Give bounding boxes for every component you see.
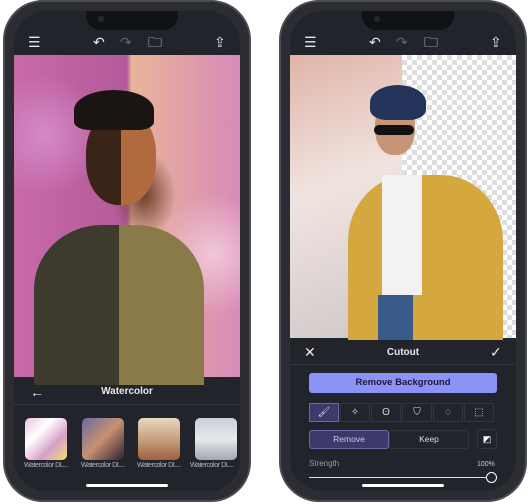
filter-label: Watercolor DL...: [190, 462, 234, 469]
share-icon[interactable]: ⇪: [490, 31, 502, 53]
rect-select-tool[interactable]: ⬚: [464, 403, 494, 422]
strength-label: Strength: [309, 459, 340, 468]
filter-label: Watercolor DL...: [137, 462, 181, 469]
brush-tool[interactable]: 🖌: [309, 403, 339, 422]
cutout-photo: [290, 55, 516, 340]
ellipse-select-tool[interactable]: ◌: [433, 403, 463, 422]
keep-mode-button[interactable]: Keep: [389, 430, 469, 449]
divider: [14, 404, 240, 405]
jeans: [378, 295, 413, 340]
sunglasses: [374, 125, 414, 135]
turban: [370, 85, 426, 120]
camera: [98, 16, 104, 22]
filter-thumb-2[interactable]: [82, 418, 124, 460]
remove-mode-button[interactable]: Remove: [309, 430, 389, 449]
panel-title: Watercolor: [101, 386, 153, 397]
filter-label: Watercolor DL...: [24, 462, 68, 469]
folder-icon[interactable]: 🗀: [148, 31, 162, 53]
polygon-lasso-tool[interactable]: ⛉: [402, 403, 432, 422]
check-icon[interactable]: ✓: [490, 341, 502, 363]
right-phone: ☰ ↶ ↷ 🗀 ⇪ ✕ Cutout ✓ Remove Background 🖌…: [279, 0, 527, 502]
jacket: [34, 225, 204, 385]
undo-icon[interactable]: ↶: [93, 31, 105, 53]
divider: [290, 364, 516, 365]
menu-icon[interactable]: ☰: [304, 31, 317, 53]
undo-icon[interactable]: ↶: [369, 31, 381, 53]
watercolor-photo: [14, 55, 240, 385]
home-indicator[interactable]: [86, 484, 168, 487]
share-icon[interactable]: ⇪: [214, 31, 226, 53]
filter-thumb-1[interactable]: [25, 418, 67, 460]
strength-value: 100%: [477, 461, 495, 468]
strength-slider-track[interactable]: [309, 477, 491, 478]
coat: [348, 175, 503, 340]
invert-mask-button[interactable]: ◩: [477, 429, 497, 449]
strength-slider-thumb[interactable]: [486, 472, 497, 483]
redo-icon[interactable]: ↷: [120, 31, 132, 53]
left-phone: ☰ ↶ ↷ 🗀 ⇪ ← Watercolor Watercolor DL... …: [3, 0, 251, 502]
filter-thumb-4[interactable]: [195, 418, 237, 460]
notch: [86, 11, 178, 30]
left-screen: ☰ ↶ ↷ 🗀 ⇪ ← Watercolor Watercolor DL... …: [14, 11, 240, 491]
menu-icon[interactable]: ☰: [28, 31, 41, 53]
right-screen: ☰ ↶ ↷ 🗀 ⇪ ✕ Cutout ✓ Remove Background 🖌…: [290, 11, 516, 491]
filter-thumb-3[interactable]: [138, 418, 180, 460]
home-indicator[interactable]: [362, 484, 444, 487]
notch: [362, 11, 454, 30]
filter-label: Watercolor DL...: [81, 462, 125, 469]
folder-icon[interactable]: 🗀: [424, 31, 438, 53]
shirt: [382, 175, 422, 295]
hair: [74, 90, 154, 130]
redo-icon[interactable]: ↷: [396, 31, 408, 53]
lasso-tool[interactable]: ʘ: [371, 403, 401, 422]
toolbar: ☰ ↶ ↷ 🗀 ⇪: [290, 31, 516, 53]
panel-title: Cutout: [386, 347, 420, 358]
camera: [374, 16, 380, 22]
magic-wand-tool[interactable]: ✧: [340, 403, 370, 422]
remove-background-button[interactable]: Remove Background: [309, 373, 497, 393]
toolbar: ☰ ↶ ↷ 🗀 ⇪: [14, 31, 240, 53]
